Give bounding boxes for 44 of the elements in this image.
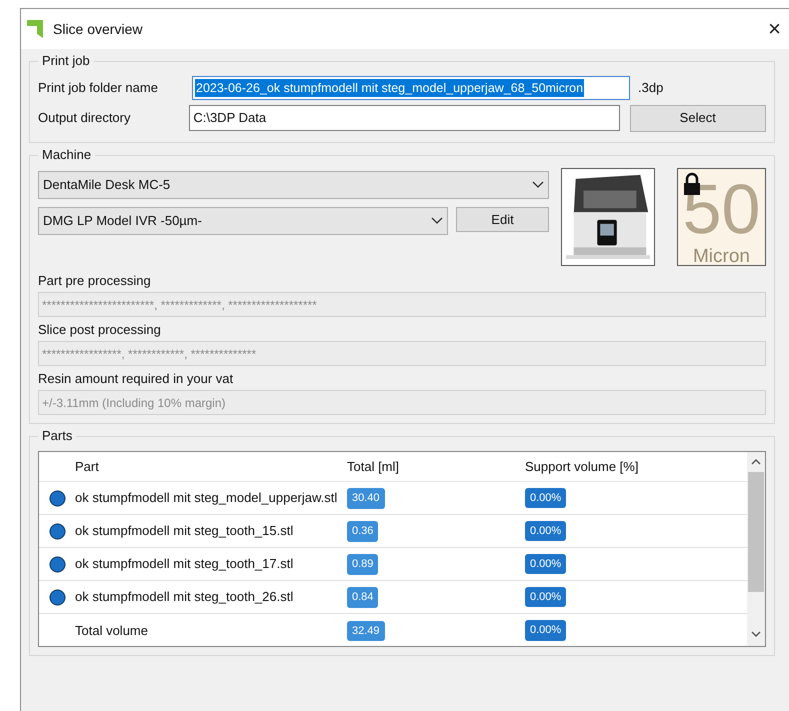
chevron-down-icon	[431, 217, 443, 225]
column-header: Support volume [%]	[525, 458, 638, 476]
support-badge: 0.00%	[525, 554, 566, 574]
status-dot-icon	[48, 556, 66, 572]
field-label: Resin amount required in your vat	[38, 370, 234, 388]
scrollbar[interactable]	[747, 452, 765, 646]
column-header: Total [ml]	[347, 458, 400, 476]
input-field[interactable]: 2023-06-26_ok stumpfmodell mit steg_model_upperjaw_68_50micron	[192, 76, 630, 100]
column-header: Part	[75, 458, 100, 476]
readonly-field: +/-3.11mm (Including 10% margin)	[38, 390, 766, 415]
total-badge: 0.36	[347, 521, 378, 542]
table-cell-text: Total volume	[75, 622, 149, 640]
total-badge: 32.49	[347, 620, 385, 642]
total-badge: 0.84	[347, 587, 378, 608]
select-button[interactable]: Select	[630, 104, 766, 132]
total-badge: 30.40	[347, 488, 385, 509]
edit-button[interactable]: Edit	[456, 207, 549, 232]
table-cell-text: ok stumpfmodell mit steg_tooth_17.stl	[75, 555, 294, 574]
extension-label: .3dp	[638, 79, 664, 98]
status-dot-icon	[48, 522, 66, 540]
table-cell-text: ok stumpfmodell mit steg_model_upperjaw.stl	[75, 489, 338, 508]
close-button[interactable]: ×	[764, 18, 785, 40]
input-field[interactable]: C:\3DP Data	[189, 105, 620, 131]
support-badge: 0.00%	[525, 488, 566, 508]
field-label: Part pre processing	[38, 272, 152, 290]
window-title: Slice overview	[53, 20, 142, 38]
field-label: Slice post processing	[38, 321, 162, 339]
readonly-field: *****************, ************, **************	[38, 341, 766, 366]
readonly-field: ************************, *************, *******************	[38, 292, 766, 317]
support-badge: 0.00%	[525, 586, 566, 608]
table-cell-text: ok stumpfmodell mit steg_tooth_26.stl	[75, 588, 294, 606]
status-dot-icon	[48, 588, 66, 606]
field-label: Output directory	[38, 109, 132, 128]
total-badge: 0.89	[347, 554, 378, 575]
field-label: Print job folder name	[38, 79, 159, 98]
support-badge: 0.00%	[525, 520, 566, 542]
printer-dropdown[interactable]: DentaMile Desk MC-5	[38, 171, 549, 199]
group-title: Print job	[38, 53, 94, 69]
chevron-down-icon	[532, 181, 544, 189]
material-dropdown[interactable]: DMG LP Model IVR -50µm-	[38, 207, 448, 235]
table-cell-text: ok stumpfmodell mit steg_tooth_15.stl	[75, 522, 294, 540]
logo-icon	[27, 20, 43, 38]
status-dot-icon	[48, 490, 66, 506]
support-badge: 0.00%	[525, 620, 566, 641]
